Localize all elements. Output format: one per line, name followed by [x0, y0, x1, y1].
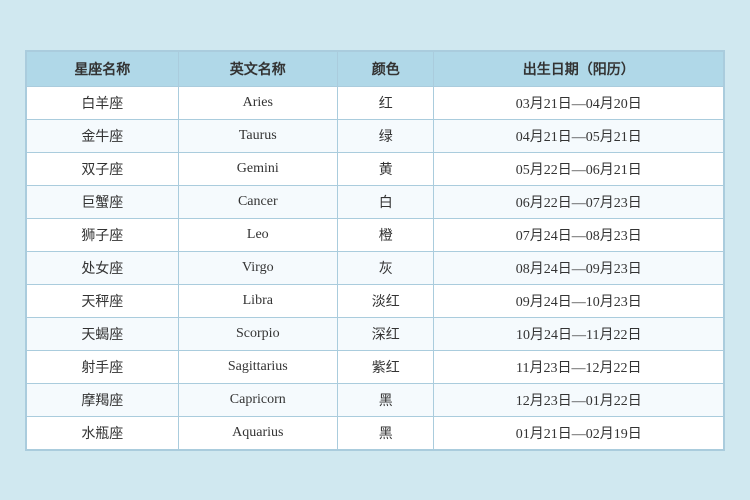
cell-row9-col2: 黑	[337, 383, 434, 416]
cell-row10-col2: 黑	[337, 416, 434, 449]
cell-row0-col1: Aries	[178, 86, 337, 119]
cell-row3-col2: 白	[337, 185, 434, 218]
cell-row8-col3: 11月23日—12月22日	[434, 350, 724, 383]
zodiac-table-container: 星座名称 英文名称 颜色 出生日期（阳历） 白羊座Aries红03月21日—04…	[25, 50, 725, 451]
col-header-english: 英文名称	[178, 51, 337, 86]
cell-row1-col0: 金牛座	[27, 119, 179, 152]
cell-row8-col2: 紫红	[337, 350, 434, 383]
cell-row1-col1: Taurus	[178, 119, 337, 152]
cell-row6-col3: 09月24日—10月23日	[434, 284, 724, 317]
cell-row3-col1: Cancer	[178, 185, 337, 218]
cell-row8-col0: 射手座	[27, 350, 179, 383]
cell-row4-col2: 橙	[337, 218, 434, 251]
col-header-color: 颜色	[337, 51, 434, 86]
table-body: 白羊座Aries红03月21日—04月20日金牛座Taurus绿04月21日—0…	[27, 86, 724, 449]
col-header-chinese: 星座名称	[27, 51, 179, 86]
cell-row10-col3: 01月21日—02月19日	[434, 416, 724, 449]
cell-row4-col3: 07月24日—08月23日	[434, 218, 724, 251]
cell-row3-col0: 巨蟹座	[27, 185, 179, 218]
cell-row0-col0: 白羊座	[27, 86, 179, 119]
col-header-dates: 出生日期（阳历）	[434, 51, 724, 86]
table-row: 金牛座Taurus绿04月21日—05月21日	[27, 119, 724, 152]
cell-row5-col0: 处女座	[27, 251, 179, 284]
cell-row0-col2: 红	[337, 86, 434, 119]
cell-row9-col1: Capricorn	[178, 383, 337, 416]
table-row: 处女座Virgo灰08月24日—09月23日	[27, 251, 724, 284]
cell-row10-col0: 水瓶座	[27, 416, 179, 449]
cell-row2-col0: 双子座	[27, 152, 179, 185]
zodiac-table: 星座名称 英文名称 颜色 出生日期（阳历） 白羊座Aries红03月21日—04…	[26, 51, 724, 450]
cell-row7-col2: 深红	[337, 317, 434, 350]
cell-row3-col3: 06月22日—07月23日	[434, 185, 724, 218]
cell-row5-col1: Virgo	[178, 251, 337, 284]
cell-row7-col3: 10月24日—11月22日	[434, 317, 724, 350]
cell-row1-col3: 04月21日—05月21日	[434, 119, 724, 152]
cell-row5-col2: 灰	[337, 251, 434, 284]
table-header-row: 星座名称 英文名称 颜色 出生日期（阳历）	[27, 51, 724, 86]
cell-row2-col3: 05月22日—06月21日	[434, 152, 724, 185]
table-row: 巨蟹座Cancer白06月22日—07月23日	[27, 185, 724, 218]
table-row: 狮子座Leo橙07月24日—08月23日	[27, 218, 724, 251]
cell-row2-col2: 黄	[337, 152, 434, 185]
cell-row5-col3: 08月24日—09月23日	[434, 251, 724, 284]
cell-row6-col0: 天秤座	[27, 284, 179, 317]
cell-row4-col1: Leo	[178, 218, 337, 251]
cell-row0-col3: 03月21日—04月20日	[434, 86, 724, 119]
cell-row8-col1: Sagittarius	[178, 350, 337, 383]
cell-row6-col1: Libra	[178, 284, 337, 317]
table-row: 白羊座Aries红03月21日—04月20日	[27, 86, 724, 119]
table-row: 射手座Sagittarius紫红11月23日—12月22日	[27, 350, 724, 383]
cell-row4-col0: 狮子座	[27, 218, 179, 251]
table-row: 摩羯座Capricorn黑12月23日—01月22日	[27, 383, 724, 416]
cell-row9-col3: 12月23日—01月22日	[434, 383, 724, 416]
cell-row1-col2: 绿	[337, 119, 434, 152]
cell-row2-col1: Gemini	[178, 152, 337, 185]
cell-row10-col1: Aquarius	[178, 416, 337, 449]
cell-row6-col2: 淡红	[337, 284, 434, 317]
cell-row9-col0: 摩羯座	[27, 383, 179, 416]
table-row: 天秤座Libra淡红09月24日—10月23日	[27, 284, 724, 317]
table-row: 水瓶座Aquarius黑01月21日—02月19日	[27, 416, 724, 449]
cell-row7-col1: Scorpio	[178, 317, 337, 350]
cell-row7-col0: 天蝎座	[27, 317, 179, 350]
table-row: 双子座Gemini黄05月22日—06月21日	[27, 152, 724, 185]
table-row: 天蝎座Scorpio深红10月24日—11月22日	[27, 317, 724, 350]
